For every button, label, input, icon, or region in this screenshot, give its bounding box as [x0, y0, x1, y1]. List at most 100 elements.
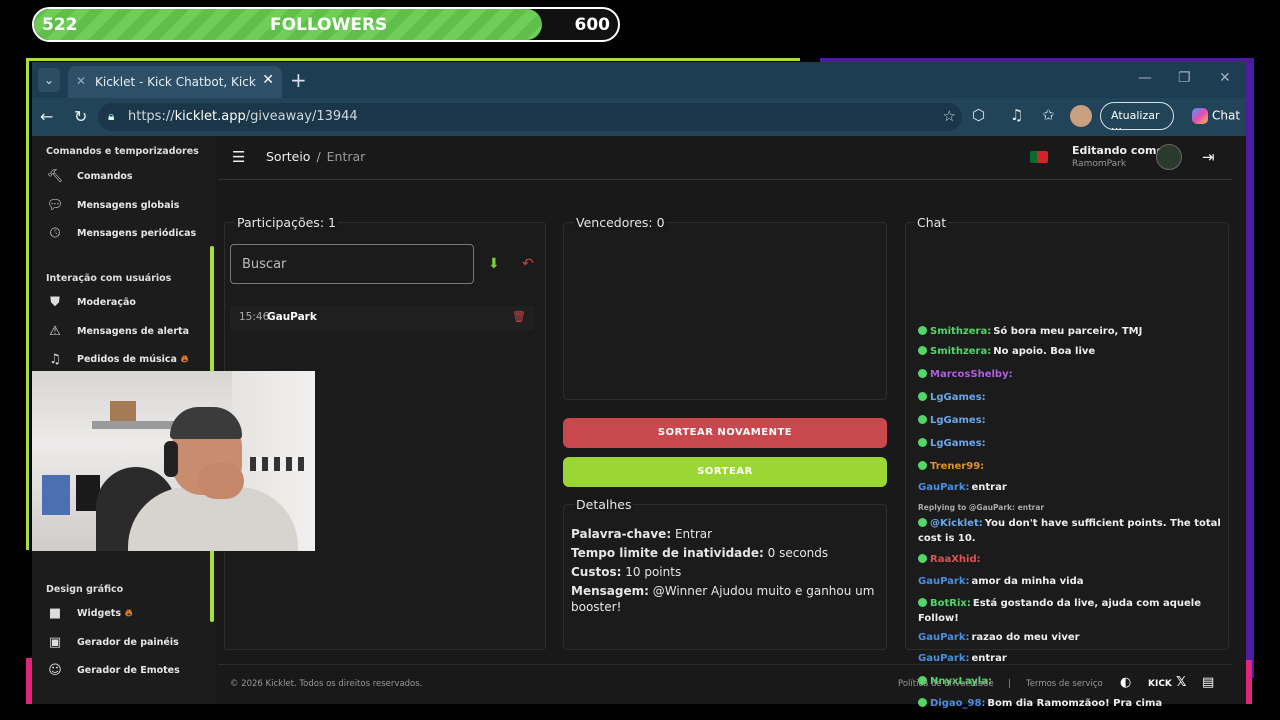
chat-badge-icon [918, 598, 927, 607]
sidebar-section-interaction: Interação com usuários [46, 273, 172, 284]
chat-badge-icon [918, 346, 927, 355]
profile-avatar[interactable] [1070, 105, 1092, 127]
terms-link[interactable]: Termos de serviço [1026, 679, 1103, 689]
chat-badge-icon [918, 438, 927, 447]
sidebar-section-commands: Comandos e temporizadores [46, 146, 199, 157]
chat-message: Trener99: [918, 459, 1222, 474]
chat-badge-icon [918, 326, 927, 335]
chat-message: RaaXhid: [918, 552, 1222, 567]
chat-badge-icon [918, 461, 927, 470]
overlay-frame-purple-right [1246, 58, 1254, 678]
sidebar-item-widgets[interactable]: ■ Widgets 🔥︎ [46, 605, 206, 625]
main-content: ☰ Sorteio / Entrar Editando como RamomPark … [218, 136, 1246, 709]
sidebar-item-periodic-messages[interactable]: 🕓︎ Mensagens periódicas [46, 225, 206, 245]
sidebar-item-global-messages[interactable]: 💬︎ Mensagens globais [46, 197, 206, 217]
crumb-giveaway[interactable]: Sorteio [266, 149, 310, 164]
privacy-link[interactable]: Política de Privacidade [898, 679, 994, 689]
tab-list-button[interactable]: ⌄ [38, 68, 60, 92]
sidebar-item-moderation[interactable]: ⛊ Moderação [46, 294, 206, 314]
chat-username[interactable]: GauPark: [918, 632, 969, 643]
close-window-icon[interactable]: ✕ [1219, 70, 1231, 86]
chat-badge-icon [918, 518, 927, 527]
document-icon[interactable]: ▤ [1202, 675, 1214, 690]
kick-icon[interactable]: KICK [1148, 679, 1172, 689]
followers-label: FOLLOWERS [270, 15, 388, 35]
portugal-flag-icon[interactable] [1030, 151, 1048, 163]
smiley-icon: ☺ [48, 663, 62, 678]
chat-username[interactable]: LgGames: [930, 415, 986, 426]
update-button[interactable]: Atualizar ⋯ [1100, 102, 1174, 135]
chat-message: MarcosShelby: [918, 367, 1222, 382]
url-field[interactable]: 🔒︎ https://kicklet.app/giveaway/13944 ☆ [98, 103, 962, 131]
chat-text: No apoio. Boa live [993, 346, 1096, 357]
panel-icon: ▣ [48, 635, 62, 650]
tab-kicklet[interactable]: ✕ Kicklet - Kick Chatbot, Kick Widgets ✕ [68, 66, 282, 98]
clock-icon: 🕓︎ [49, 226, 61, 241]
detail-timeout: Tempo limite de inatividade: 0 seconds [571, 546, 829, 560]
trash-icon[interactable]: 🗑︎ [512, 310, 526, 323]
chat-username[interactable]: RaaXhid: [930, 554, 981, 565]
overlay-frame-pink-right [1246, 660, 1252, 704]
chat-username[interactable]: GauPark: [918, 482, 969, 493]
sidebar-section-design: Design gráfico [46, 584, 124, 595]
reading-list-icon[interactable]: ♫ [1010, 106, 1023, 124]
chat-badge-icon [918, 554, 927, 563]
followers-goal: 600 [574, 15, 611, 35]
chat-username[interactable]: GauPark: [918, 576, 969, 587]
chat-badge-icon [918, 392, 927, 401]
sidebar-item-panel-generator[interactable]: ▣ Gerador de painéis [46, 634, 206, 654]
undo-icon[interactable]: ↶ [522, 256, 534, 272]
x-twitter-icon[interactable]: 𝕏 [1176, 675, 1186, 690]
favorites-icon[interactable]: ✩ [1042, 106, 1055, 124]
chat-username[interactable]: @Kicklet: [930, 518, 983, 529]
logout-icon[interactable]: ⇥ [1202, 148, 1215, 166]
video-camera-icon: ■ [48, 606, 62, 621]
user-avatar[interactable] [1156, 144, 1182, 170]
chat-username[interactable]: BotRix: [930, 598, 971, 609]
participant-name: GauPark [267, 311, 317, 323]
chat-username[interactable]: Trener99: [930, 461, 984, 472]
download-icon[interactable]: ⬇︎ [488, 256, 500, 272]
chat-message: Smithzera: Só bora meu parceiro, TMJ [918, 324, 1222, 339]
chat-username[interactable]: LgGames: [930, 438, 986, 449]
chat-text: razao do meu viver [971, 632, 1080, 643]
sidebar-item-song-requests[interactable]: ♫ Pedidos de música 🔥︎ [46, 351, 206, 371]
chat-title: Chat [915, 215, 949, 230]
search-input[interactable]: Buscar [230, 244, 474, 284]
close-tab-icon[interactable]: ✕ [262, 72, 274, 88]
new-tab-icon[interactable]: + [290, 68, 307, 92]
back-arrow-icon[interactable]: ← [40, 107, 53, 126]
extensions-icon[interactable]: ⬡ [972, 106, 985, 124]
chat-message: LgGames: [918, 436, 1222, 451]
winners-title: Vencedores: 0 [574, 215, 667, 230]
redraw-button[interactable]: SORTEAR NOVAMENTE [563, 418, 887, 448]
overlay-frame-green-left [26, 58, 29, 550]
participants-title: Participações: 1 [235, 215, 338, 230]
shield-icon: ⛊ [50, 295, 60, 310]
chat-username[interactable]: Smithzera: [930, 326, 991, 337]
participant-time: 15:46 [239, 311, 270, 323]
chat-username[interactable]: GauPark: [918, 653, 969, 664]
favorite-star-icon[interactable]: ☆ [943, 107, 956, 125]
chat-text: entrar [971, 653, 1007, 664]
sidebar-item-emote-generator[interactable]: ☺ Gerador de Emotes [46, 662, 206, 682]
menu-collapse-icon[interactable]: ☰ [232, 148, 245, 166]
chat-username[interactable]: LgGames: [930, 392, 986, 403]
maximize-icon[interactable]: ❐ [1178, 70, 1191, 86]
tab-title: Kicklet - Kick Chatbot, Kick Widgets [95, 75, 257, 89]
chat-badge-icon [918, 369, 927, 378]
draw-button[interactable]: SORTEAR [563, 457, 887, 487]
sidebar-item-alert-messages[interactable]: ⚠︎ Mensagens de alerta [46, 323, 206, 343]
sidebar-item-comandos[interactable]: 🔨︎ Comandos [46, 168, 206, 188]
chat-message: Smithzera: No apoio. Boa live [918, 344, 1222, 359]
detail-message: Mensagem: @Winner Ajudou muito e ganhou … [571, 584, 875, 614]
minimize-icon[interactable]: — [1138, 70, 1152, 86]
chat-username[interactable]: Smithzera: [930, 346, 991, 357]
chat-message: BotRix: Está gostando da live, ajuda com … [918, 596, 1222, 626]
copilot-chat-button[interactable]: Chat [1182, 102, 1244, 130]
discord-icon[interactable]: ◐ [1120, 675, 1131, 690]
copilot-icon [1192, 108, 1208, 124]
chat-badge-icon [918, 415, 927, 424]
reload-icon[interactable]: ↻ [74, 107, 87, 126]
chat-username[interactable]: MarcosShelby: [930, 369, 1013, 380]
